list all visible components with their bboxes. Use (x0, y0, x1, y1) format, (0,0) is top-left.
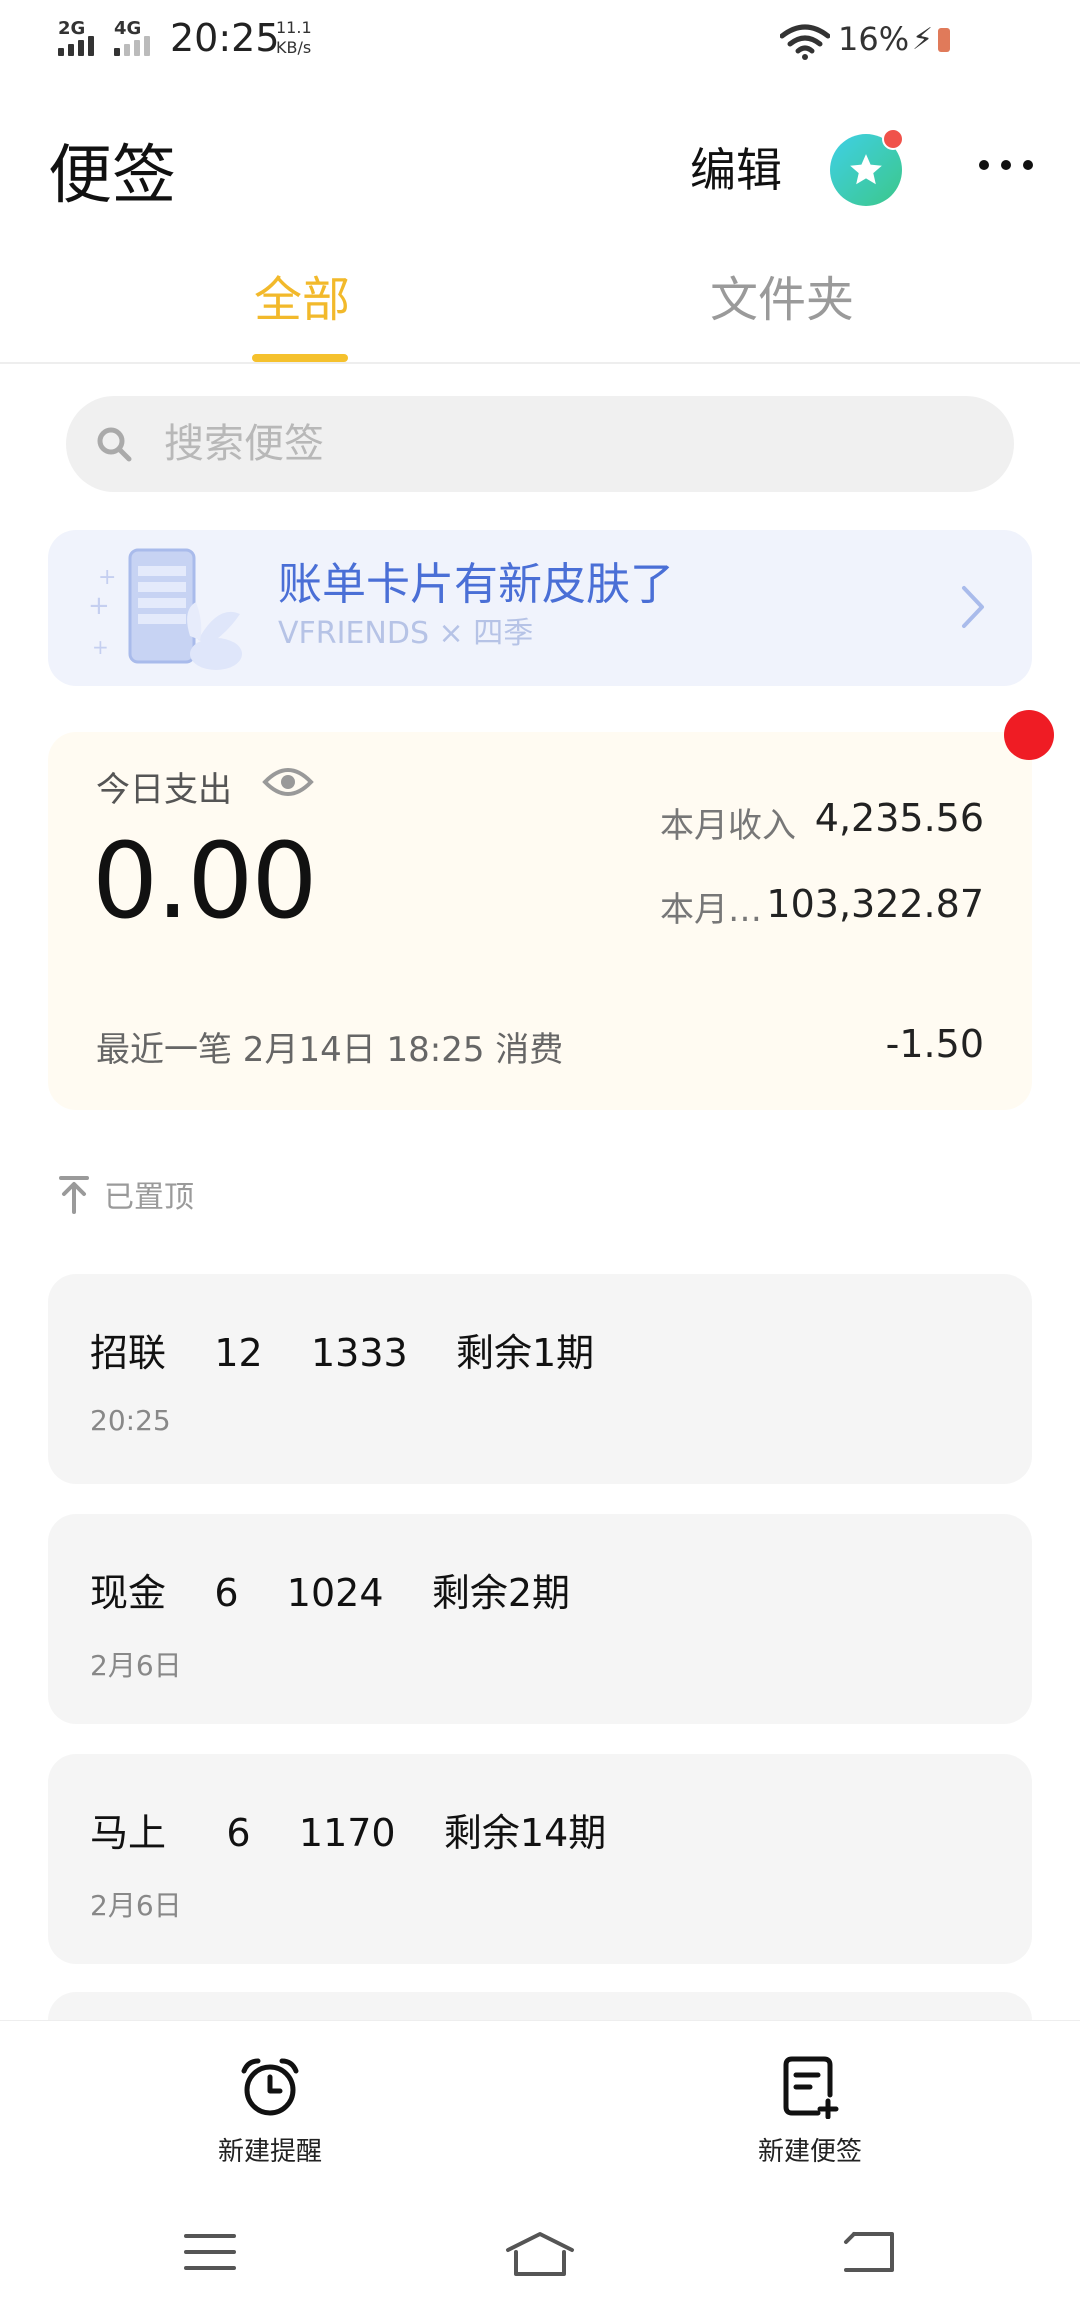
eye-icon[interactable] (262, 762, 314, 802)
signal-strength-1-icon (58, 36, 94, 56)
battery-icon (938, 28, 950, 52)
promo-banner[interactable]: + + + 账单卡片有新皮肤了 VFRIENDS × 四季 (48, 530, 1032, 686)
edit-button[interactable]: 编辑 (690, 134, 782, 200)
banner-subtitle: VFRIENDS × 四季 (278, 616, 534, 651)
month-income-value: 4,235.56 (814, 796, 984, 840)
chevron-right-icon (962, 586, 984, 628)
banner-title: 账单卡片有新皮肤了 (278, 559, 674, 610)
system-navigation-bar (0, 2190, 1080, 2316)
bottom-action-bar: 新建提醒 新建便签 (0, 2020, 1080, 2190)
note-time: 2月6日 (90, 1649, 182, 1682)
recent-transaction-amount: -1.50 (885, 1022, 984, 1066)
expense-summary-card[interactable]: 今日支出 0.00 本月收入 4,235.56 本月… 103,322.87 最… (48, 732, 1032, 1110)
signal-strength-2-icon (114, 36, 150, 56)
note-time: 2月6日 (90, 1889, 182, 1922)
tab-bar: 全部 文件夹 (0, 240, 1080, 364)
new-note-label: 新建便签 (757, 2137, 862, 2167)
note-card[interactable]: 马上 6 1170 剩余14期 2月6日 (48, 1754, 1032, 1964)
recent-transaction-text: 最近一笔 2月14日 18:25 消费 (96, 1030, 564, 1070)
app-header: 便签 编辑 (0, 110, 1080, 220)
month-income-label: 本月收入 (660, 806, 796, 846)
notification-dot (882, 128, 904, 150)
back-icon[interactable] (840, 2230, 896, 2274)
month-other-value: 103,322.87 (766, 882, 984, 926)
search-bar[interactable] (66, 396, 1014, 492)
note-time: 20:25 (90, 1404, 171, 1437)
home-icon[interactable] (504, 2230, 576, 2278)
note-title: 招联 12 1333 剩余1期 (90, 1331, 595, 1375)
new-note-icon (783, 2056, 839, 2120)
new-reminder-label: 新建提醒 (217, 2137, 322, 2167)
charging-icon: ⚡ (912, 22, 934, 57)
more-options-button[interactable] (966, 140, 1046, 190)
note-card[interactable]: 现金 6 1024 剩余2期 2月6日 (48, 1514, 1032, 1724)
note-title: 现金 6 1024 剩余2期 (90, 1571, 571, 1615)
new-reminder-button[interactable]: 新建提醒 (170, 2055, 370, 2168)
pin-to-top-icon (59, 1176, 89, 1214)
more-dot-icon (1023, 160, 1033, 170)
today-expense-label: 今日支出 (96, 770, 232, 810)
star-icon (850, 154, 882, 185)
month-other-label: 本月… (660, 890, 762, 930)
search-input[interactable] (164, 396, 984, 492)
status-bar: 2G 4G 20:25 11.1 KB/s 16% ⚡ (0, 0, 1080, 80)
search-icon (97, 427, 132, 462)
note-title: 马上 6 1170 剩余14期 (90, 1811, 607, 1855)
alarm-clock-icon (241, 2058, 299, 2116)
phone-plant-illustration-icon: + + + (88, 548, 242, 670)
more-dot-icon (1001, 160, 1011, 170)
menu-icon[interactable] (184, 2230, 236, 2274)
page-title: 便签 (48, 139, 176, 213)
pinned-section-label: 已置顶 (58, 1172, 194, 1216)
active-tab-indicator (252, 354, 348, 362)
battery-percentage: 16% (838, 20, 910, 58)
pinned-label: 已置顶 (104, 1180, 194, 1215)
svg-text:+: + (98, 565, 116, 590)
svg-text:+: + (92, 635, 109, 659)
more-dot-icon (979, 160, 989, 170)
tab-all[interactable]: 全部 (254, 260, 350, 330)
new-note-button[interactable]: 新建便签 (710, 2055, 910, 2168)
tab-folder[interactable]: 文件夹 (710, 260, 854, 330)
note-card[interactable]: 招联 12 1333 剩余1期 20:25 (48, 1274, 1032, 1484)
notification-badge (1004, 710, 1054, 760)
clock: 20:25 (170, 16, 280, 60)
network-speed: 11.1 KB/s (276, 18, 312, 57)
wifi-icon (780, 24, 830, 60)
today-expense-value: 0.00 (92, 820, 318, 942)
svg-text:+: + (88, 591, 110, 621)
